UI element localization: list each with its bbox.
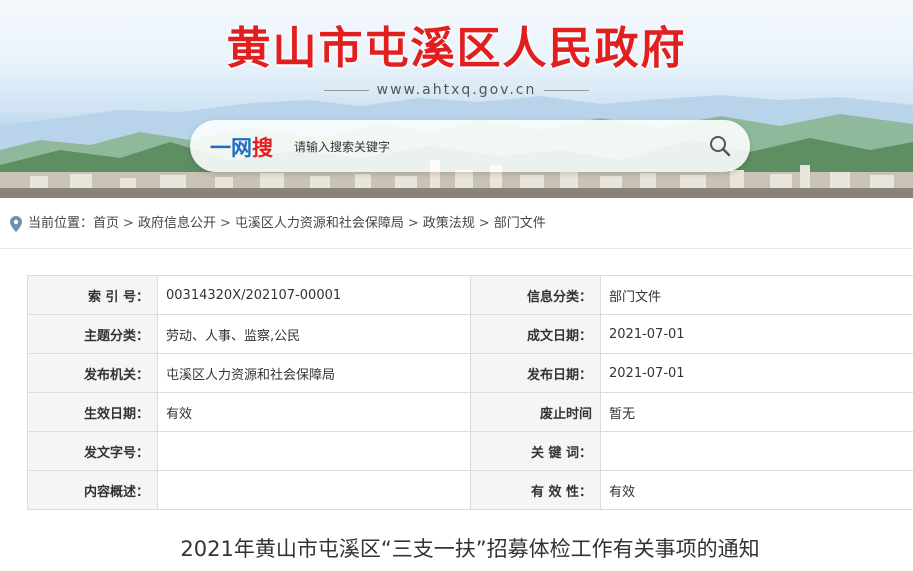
value-written-date: 2021-07-01 [600,314,913,354]
breadcrumb: 当前位置： 首页 > 政府信息公开 > 屯溪区人力资源和社会保障局 > 政策法规… [10,213,546,235]
breadcrumb-item-hr-bureau[interactable]: 屯溪区人力资源和社会保障局 [235,213,404,235]
divider [0,248,913,249]
document-title: 2021年黄山市屯溪区“三支一扶”招募体检工作有关事项的通知 [180,537,760,561]
label-publish-date: 发布日期： [470,353,601,393]
label-issuing-agency: 发布机关： [27,353,158,393]
table-row: 发布机关： 屯溪区人力资源和社会保障局 发布日期： 2021-07-01 [27,353,913,393]
site-title: 黄山市屯溪区人民政府 [226,23,687,74]
value-validity: 有效 [600,470,913,510]
search-button[interactable] [706,132,734,160]
table-row: 内容概述： 有 效 性： 有效 [27,470,913,510]
url-divider-left [323,89,369,91]
value-document-number [157,431,471,471]
search-logo-part1: 一网 [210,136,252,160]
table-row: 生效日期： 有效 废止时间 暂无 [27,392,913,432]
table-row: 索 引 号： 00314320X/202107-00001 信息分类： 部门文件 [27,275,913,315]
label-content-summary: 内容概述： [27,470,158,510]
breadcrumb-separator: > [407,216,419,231]
site-url[interactable]: www.ahtxq.gov.cn [0,82,913,98]
header-banner: 黄山市屯溪区人民政府 www.ahtxq.gov.cn 一网搜 [0,0,913,198]
search-logo-part2: 搜 [252,136,273,160]
location-pin-icon [10,216,22,232]
value-publish-date: 2021-07-01 [600,353,913,393]
breadcrumb-separator: > [219,216,231,231]
label-document-number: 发文字号： [27,431,158,471]
value-keywords [600,431,913,471]
search-input[interactable] [292,134,696,160]
site-url-text[interactable]: www.ahtxq.gov.cn [377,82,537,98]
label-info-category: 信息分类： [470,275,601,315]
label-effective-date: 生效日期： [27,392,158,432]
breadcrumb-item-home[interactable]: 首页 [93,213,119,235]
search-icon [710,136,731,157]
label-keywords: 关 键 词： [470,431,601,471]
breadcrumb-prefix: 当前位置： [28,216,94,231]
breadcrumb-item-dept-docs[interactable]: 部门文件 [494,213,546,235]
label-written-date: 成文日期： [470,314,601,354]
breadcrumb-item-gov-info[interactable]: 政府信息公开 [138,213,216,235]
value-issuing-agency: 屯溪区人力资源和社会保障局 [157,353,471,393]
label-repeal-time: 废止时间 [470,392,601,432]
value-info-category: 部门文件 [600,275,913,315]
table-row: 主题分类： 劳动、人事、监察,公民 成文日期： 2021-07-01 [27,314,913,354]
search-logo: 一网搜 [210,132,273,162]
breadcrumb-item-policy[interactable]: 政策法规 [423,213,475,235]
url-divider-right [544,89,590,91]
value-subject-category: 劳动、人事、监察,公民 [157,314,471,354]
value-index-number: 00314320X/202107-00001 [157,275,471,315]
label-index-number: 索 引 号： [27,275,158,315]
label-subject-category: 主题分类： [27,314,158,354]
value-repeal-time: 暂无 [600,392,913,432]
label-validity: 有 效 性： [470,470,601,510]
breadcrumb-separator: > [478,216,490,231]
document-meta-table: 索 引 号： 00314320X/202107-00001 信息分类： 部门文件… [27,275,913,510]
value-content-summary [157,470,471,510]
table-row: 发文字号： 关 键 词： [27,431,913,471]
breadcrumb-separator: > [123,216,134,231]
search-box: 一网搜 [190,120,750,172]
value-effective-date: 有效 [157,392,471,432]
